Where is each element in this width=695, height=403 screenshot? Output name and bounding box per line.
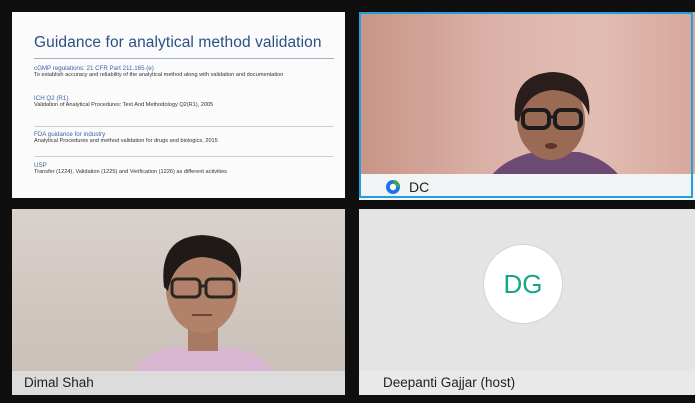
participant-tile-dimal-shah[interactable]: Dimal Shah [12,209,345,395]
section-divider [34,156,334,157]
slide-section-usp: USP Transfer (1224), Validation (1225) a… [34,162,334,176]
section-divider [34,126,334,127]
avatar-initials: DG [503,269,543,299]
participant-name: Dimal Shah [24,375,94,390]
section-heading: cGMP regulations: 21 CFR Part 211.165 (e… [34,65,154,72]
video-grid: Guidance for analytical method validatio… [0,0,695,403]
participant-video [122,235,284,395]
slide-title: Guidance for analytical method validatio… [34,34,322,51]
section-heading: USP [34,162,47,169]
slide-divider [34,58,334,59]
speaking-indicator-icon [386,180,400,194]
avatar: DG [483,244,563,324]
section-heading: ICH Q2 (R1) [34,95,69,102]
participant-video [479,72,631,200]
section-text: Transfer (1224), Validation (1225) and V… [34,169,227,175]
participant-tile-deepanti-gajjar[interactable]: DG Deepanti Gajjar (host) [359,209,695,395]
section-text: Analytical Procedures and method validat… [34,138,218,144]
shared-screen-tile[interactable]: Guidance for analytical method validatio… [12,12,345,198]
slide-section-cgmp: cGMP regulations: 21 CFR Part 211.165 (e… [34,65,334,79]
section-text: To establish accuracy and reliability of… [34,72,284,78]
participant-tile-dc[interactable]: DC [359,12,695,200]
participant-name: Deepanti Gajjar (host) [383,375,516,390]
participant-name-bar: DC [359,174,695,200]
section-heading: FDA guidance for industry [34,131,106,138]
participant-name-bar: Dimal Shah [12,371,345,395]
slide-section-ich: ICH Q2 (R1) Validation of Analytical Pro… [34,95,334,109]
participant-name: DC [409,179,430,195]
slide-section-fda: FDA guidance for industry Analytical Pro… [34,131,334,145]
participant-name-bar: Deepanti Gajjar (host) [359,371,695,395]
section-text: Validation of Analytical Procedures: Tex… [34,102,214,108]
